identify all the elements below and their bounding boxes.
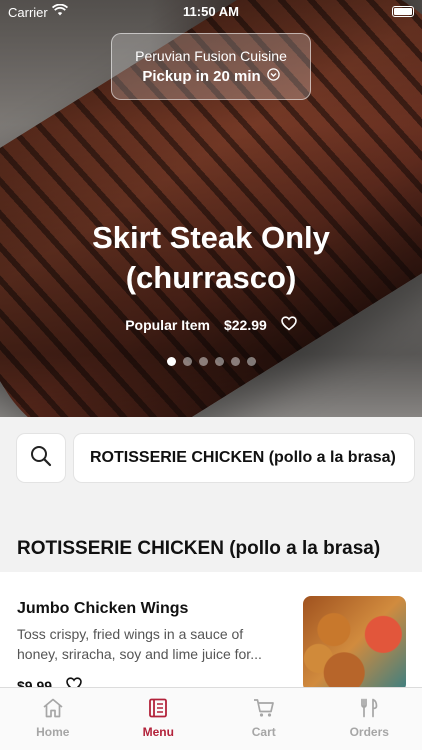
- battery-icon: [392, 6, 414, 17]
- orders-icon: [359, 698, 379, 725]
- section-title: ROTISSERIE CHICKEN (pollo a la brasa): [17, 538, 381, 559]
- home-icon: [42, 698, 64, 725]
- tab-cart[interactable]: Cart: [211, 688, 317, 750]
- featured-price: $22.99: [223, 317, 267, 333]
- tab-orders[interactable]: Orders: [317, 688, 422, 750]
- item-description: Toss crispy, fried wings in a sauce of h…: [17, 626, 262, 662]
- tab-label: Home: [36, 725, 70, 739]
- heart-icon[interactable]: [281, 316, 297, 334]
- restaurant-pickup-selector[interactable]: Peruvian Fusion Cuisine Pickup in 20 min: [111, 33, 311, 100]
- clock: 11:50 AM: [183, 4, 239, 19]
- carousel-indicator[interactable]: [0, 357, 422, 366]
- tab-label: Menu: [142, 725, 174, 739]
- tab-bar: Home Menu Cart Orders: [0, 687, 422, 750]
- featured-item-meta: Popular Item $22.99: [0, 316, 422, 334]
- carousel-dot[interactable]: [166, 357, 176, 366]
- tab-label: Orders: [349, 725, 389, 739]
- carousel-dot[interactable]: [246, 357, 256, 366]
- category-selector[interactable]: ROTISSERIE CHICKEN (pollo a la brasa): [74, 434, 414, 482]
- carousel-dot[interactable]: [230, 357, 240, 366]
- carousel-dot[interactable]: [198, 357, 208, 366]
- status-bar: Carrier 11:50 AM: [0, 0, 422, 24]
- featured-item-title[interactable]: Skirt Steak Only (churrasco): [40, 218, 382, 298]
- item-image: [303, 596, 406, 692]
- restaurant-name: Peruvian Fusion Cuisine: [135, 48, 287, 64]
- menu-icon: [148, 698, 168, 725]
- popular-badge: Popular Item: [125, 317, 210, 333]
- tab-label: Cart: [251, 725, 276, 739]
- tab-home[interactable]: Home: [0, 688, 106, 750]
- tab-menu[interactable]: Menu: [106, 688, 212, 750]
- carousel-dot[interactable]: [182, 357, 192, 366]
- search-button[interactable]: [17, 434, 65, 482]
- cart-icon: [253, 698, 275, 725]
- pickup-time: Pickup in 20 min: [142, 68, 261, 85]
- search-icon: [30, 445, 52, 472]
- item-name: Jumbo Chicken Wings: [17, 600, 189, 617]
- carousel-dot[interactable]: [214, 357, 224, 366]
- chevron-down-icon: [266, 68, 280, 85]
- menu-item-card[interactable]: Jumbo Chicken Wings Toss crispy, fried w…: [0, 572, 422, 694]
